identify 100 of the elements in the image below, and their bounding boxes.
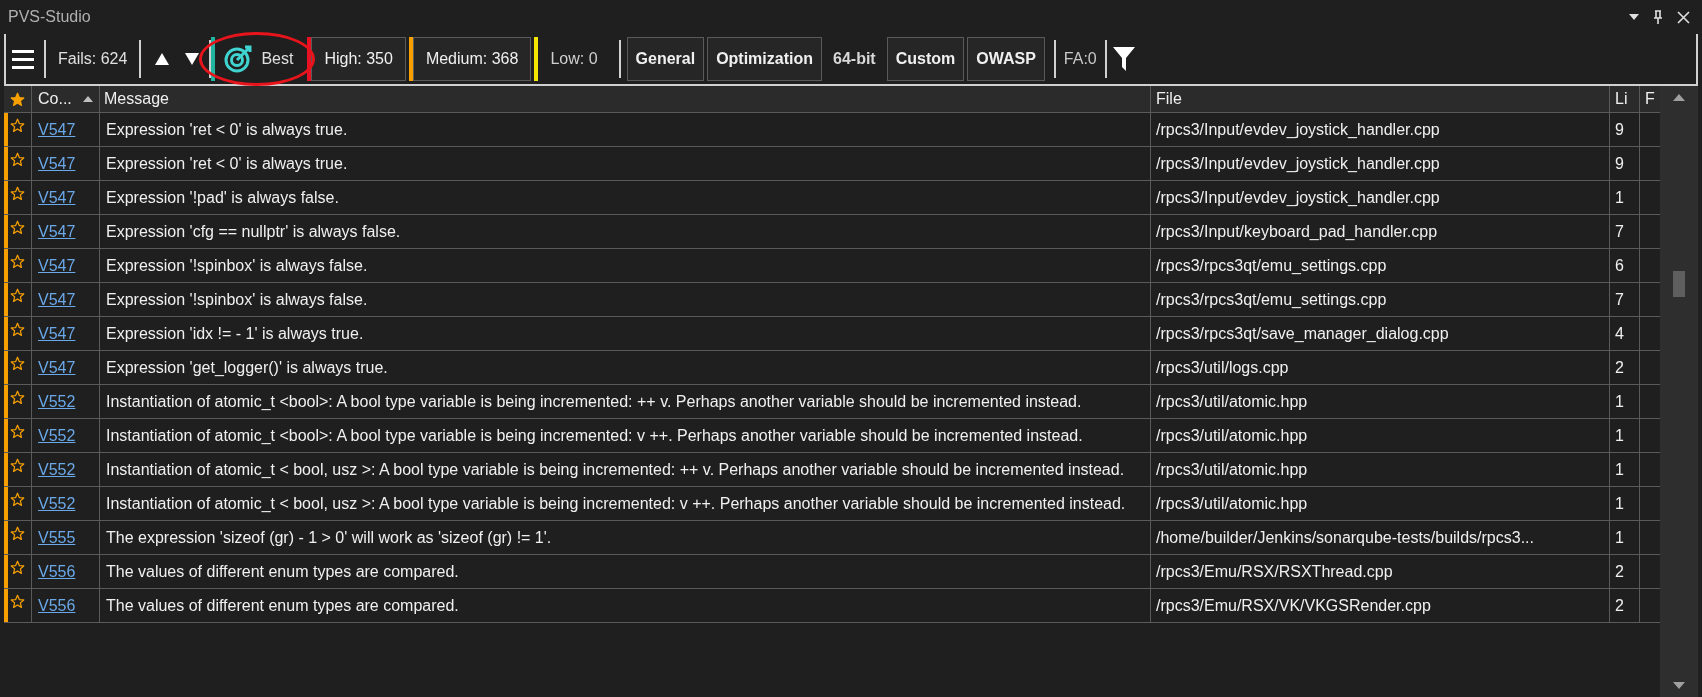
- file-path: /rpcs3/util/atomic.hpp: [1156, 393, 1308, 410]
- scroll-down-icon[interactable]: [1673, 682, 1685, 689]
- message-text: The expression 'sizeof (gr) - 1 > 0' will work as 'sizeof (gr) != 1'.: [106, 529, 552, 546]
- diagnostic-code-link[interactable]: V547: [38, 359, 76, 376]
- line-number: 1: [1615, 189, 1624, 206]
- star-icon[interactable]: [10, 356, 25, 371]
- file-path: /rpcs3/rpcs3qt/emu_settings.cpp: [1156, 291, 1387, 308]
- column-header[interactable]: Li: [1610, 86, 1640, 112]
- next-icon[interactable]: [185, 53, 200, 65]
- line-number: 2: [1615, 563, 1624, 580]
- file-path: /rpcs3/Emu/RSX/VK/VKGSRender.cpp: [1156, 597, 1431, 614]
- diagnostic-code-link[interactable]: V552: [38, 495, 76, 512]
- close-icon[interactable]: [1677, 10, 1690, 24]
- filter-icon[interactable]: [1112, 47, 1135, 71]
- sort-ascending-icon: [83, 96, 93, 102]
- line-number: 1: [1615, 529, 1624, 546]
- message-text: Expression 'cfg == nullptr' is always false.: [106, 223, 401, 240]
- diagnostic-code-link[interactable]: V552: [38, 393, 76, 410]
- file-path: /rpcs3/Input/evdev_joystick_handler.cpp: [1156, 121, 1440, 138]
- file-path: /rpcs3/util/atomic.hpp: [1156, 427, 1308, 444]
- message-text: Expression '!pad' is always false.: [106, 189, 339, 206]
- fails-count: Fails: 624: [57, 49, 129, 69]
- line-number: 9: [1615, 121, 1624, 138]
- column-header[interactable]: Co...: [32, 86, 100, 112]
- star-icon[interactable]: [10, 424, 25, 439]
- star-icon[interactable]: [10, 186, 25, 201]
- star-icon[interactable]: [10, 492, 25, 507]
- scrollbar-thumb[interactable]: [1673, 271, 1685, 297]
- message-text: Expression 'ret < 0' is always true.: [106, 155, 348, 172]
- diagnostic-code-link[interactable]: V552: [38, 427, 76, 444]
- file-path: /rpcs3/Emu/RSX/RSXThread.cpp: [1156, 563, 1393, 580]
- line-number: 2: [1615, 597, 1624, 614]
- line-number: 9: [1615, 155, 1624, 172]
- category-filter-button[interactable]: Optimization: [707, 37, 822, 81]
- star-icon[interactable]: [10, 526, 25, 541]
- file-path: /home/builder/Jenkins/sonarqube-tests/builds/rpcs3...: [1156, 529, 1534, 546]
- diagnostic-code-link[interactable]: V547: [38, 155, 76, 172]
- line-number: 6: [1615, 257, 1624, 274]
- message-text: The values of different enum types are compared.: [106, 563, 459, 580]
- file-path: /rpcs3/util/atomic.hpp: [1156, 495, 1308, 512]
- star-icon[interactable]: [10, 254, 25, 269]
- column-header[interactable]: File: [1151, 86, 1610, 112]
- line-number: 7: [1615, 223, 1624, 240]
- window-title: PVS-Studio: [8, 7, 91, 27]
- best-button[interactable]: Best: [211, 37, 308, 81]
- star-icon[interactable]: [10, 594, 25, 609]
- message-text: Expression 'idx != - 1' is always true.: [106, 325, 364, 342]
- previous-icon[interactable]: [155, 53, 170, 65]
- diagnostic-code-link[interactable]: V555: [38, 529, 76, 546]
- diagnostic-code-link[interactable]: V547: [38, 325, 76, 342]
- diagnostic-code-link[interactable]: V547: [38, 189, 76, 206]
- line-number: 4: [1615, 325, 1624, 342]
- diagnostic-code-link[interactable]: V547: [38, 121, 76, 138]
- line-number: 1: [1615, 495, 1624, 512]
- line-number: 1: [1615, 393, 1624, 410]
- pin-icon[interactable]: [1653, 10, 1663, 24]
- category-filter-button[interactable]: Custom: [886, 37, 965, 81]
- file-path: /rpcs3/Input/evdev_joystick_handler.cpp: [1156, 155, 1440, 172]
- star-icon[interactable]: [10, 288, 25, 303]
- scrollbar[interactable]: [1660, 86, 1698, 697]
- column-header[interactable]: Message: [100, 86, 1151, 112]
- level-filter-button[interactable]: Low: 0: [534, 37, 610, 81]
- message-text: Expression 'ret < 0' is always true.: [106, 121, 348, 138]
- column-header[interactable]: F: [1640, 86, 1660, 112]
- diagnostic-code-link[interactable]: V547: [38, 223, 76, 240]
- scroll-up-icon[interactable]: [1673, 94, 1685, 101]
- diagnostic-code-link[interactable]: V556: [38, 563, 76, 580]
- message-text: Expression '!spinbox' is always false.: [106, 291, 368, 308]
- star-icon[interactable]: [10, 152, 25, 167]
- star-icon[interactable]: [10, 322, 25, 337]
- target-icon: [223, 44, 254, 74]
- line-number: 7: [1615, 291, 1624, 308]
- star-icon[interactable]: [10, 220, 25, 235]
- message-text: Expression 'get_logger()' is always true.: [106, 359, 388, 376]
- message-text: The values of different enum types are compared.: [106, 597, 459, 614]
- message-text: Instantiation of atomic_t <bool>: A bool type variable is being incremented: v ++. Perhaps another variable should be incremented instead.: [106, 427, 1083, 444]
- diagnostic-code-link[interactable]: V547: [38, 257, 76, 274]
- category-filter-button[interactable]: OWASP: [967, 37, 1045, 81]
- category-filter-button[interactable]: 64-bit: [825, 37, 884, 81]
- message-text: Expression '!spinbox' is always false.: [106, 257, 368, 274]
- message-text: Instantiation of atomic_t <bool>: A bool type variable is being incremented: ++ v. Perhaps another variable should be incremented instead.: [106, 393, 1082, 410]
- dropdown-icon[interactable]: [1629, 14, 1639, 20]
- file-path: /rpcs3/util/atomic.hpp: [1156, 461, 1308, 478]
- star-icon[interactable]: [10, 390, 25, 405]
- file-path: /rpcs3/util/logs.cpp: [1156, 359, 1289, 376]
- file-path: /rpcs3/rpcs3qt/save_manager_dialog.cpp: [1156, 325, 1449, 342]
- category-filter-button[interactable]: General: [626, 37, 705, 81]
- line-number: 1: [1615, 427, 1624, 444]
- line-number: 1: [1615, 461, 1624, 478]
- file-path: /rpcs3/rpcs3qt/emu_settings.cpp: [1156, 257, 1387, 274]
- diagnostic-code-link[interactable]: V547: [38, 291, 76, 308]
- diagnostic-code-link[interactable]: V556: [38, 597, 76, 614]
- star-icon[interactable]: [10, 91, 25, 107]
- star-icon[interactable]: [10, 458, 25, 473]
- message-text: Instantiation of atomic_t < bool, usz >: A bool type variable is being incremented: v ++. Perhaps another variable should be incremented instead.: [106, 495, 1126, 512]
- star-icon[interactable]: [10, 118, 25, 133]
- false-alarm-count: FA:0: [1062, 49, 1098, 69]
- message-text: Instantiation of atomic_t < bool, usz >: A bool type variable is being incremented: ++ v. Perhaps another variable should be incremented instead.: [106, 461, 1125, 478]
- diagnostic-code-link[interactable]: V552: [38, 461, 76, 478]
- star-icon[interactable]: [10, 560, 25, 575]
